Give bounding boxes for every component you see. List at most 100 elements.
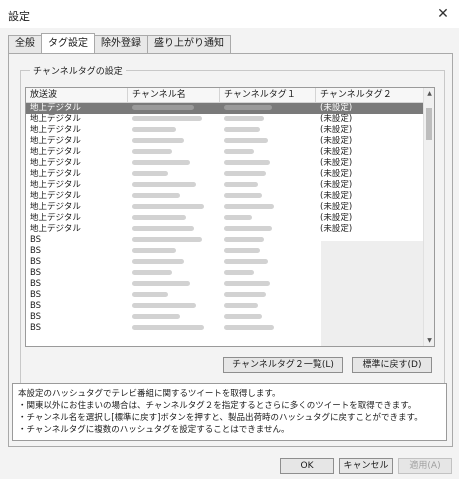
redaction-blur: [132, 325, 204, 330]
row-channel-name-redacted: [128, 323, 220, 334]
scroll-up-icon[interactable]: ▲: [424, 88, 434, 99]
row-tag2: [316, 279, 424, 290]
row-tag1-redacted: [220, 213, 316, 224]
channel-list[interactable]: 放送波 チャンネル名 チャンネルタグ１ チャンネルタグ２ 地上デジタル (未設定)…: [25, 87, 435, 347]
redaction-blur: [132, 248, 176, 253]
row-broadcast-wave: 地上デジタル: [30, 180, 81, 190]
row-broadcast-wave: 地上デジタル: [30, 114, 81, 124]
row-tag1-redacted: [220, 312, 316, 323]
redaction-blur: [132, 303, 196, 308]
list-item[interactable]: 地上デジタル (未設定): [26, 224, 424, 235]
list-item[interactable]: 地上デジタル (未設定): [26, 125, 424, 136]
list-item[interactable]: 地上デジタル (未設定): [26, 114, 424, 125]
row-tag1-redacted: [220, 136, 316, 147]
redaction-blur: [224, 127, 260, 132]
row-broadcast-wave: 地上デジタル: [30, 191, 81, 201]
redaction-blur: [132, 171, 168, 176]
row-broadcast-wave: BS: [30, 246, 42, 256]
list-item[interactable]: BS: [26, 290, 424, 301]
list-item[interactable]: 地上デジタル (未設定): [26, 136, 424, 147]
ok-button[interactable]: OK: [280, 458, 334, 474]
redaction-blur: [224, 259, 268, 264]
redaction-blur: [132, 160, 190, 165]
row-tag2: [316, 323, 424, 334]
row-tag2: (未設定): [320, 180, 353, 190]
list-item[interactable]: BS: [26, 268, 424, 279]
list-item[interactable]: 地上デジタル (未設定): [26, 202, 424, 213]
redaction-blur: [132, 226, 194, 231]
row-broadcast-wave: 地上デジタル: [30, 202, 81, 212]
column-header-wave[interactable]: 放送波: [26, 88, 128, 103]
list-item[interactable]: 地上デジタル (未設定): [26, 147, 424, 158]
redaction-blur: [224, 215, 252, 220]
tab-general[interactable]: 全般: [8, 35, 42, 53]
redaction-blur: [224, 237, 264, 242]
window-title: 設定: [8, 10, 30, 23]
redaction-blur: [132, 259, 184, 264]
redaction-blur: [132, 105, 194, 110]
row-tag2: (未設定): [320, 103, 353, 113]
list-item[interactable]: 地上デジタル (未設定): [26, 213, 424, 224]
list-item[interactable]: BS: [26, 323, 424, 334]
row-tag1-redacted: [220, 235, 316, 246]
list-item[interactable]: BS: [26, 257, 424, 268]
row-channel-name-redacted: [128, 202, 220, 213]
column-header-tag2[interactable]: チャンネルタグ２: [316, 88, 424, 103]
row-channel-name-redacted: [128, 158, 220, 169]
redaction-blur: [132, 281, 190, 286]
row-channel-name-redacted: [128, 147, 220, 158]
tab-excitement-notice[interactable]: 盛り上がり通知: [147, 35, 231, 53]
redaction-blur: [132, 204, 204, 209]
row-channel-name-redacted: [128, 268, 220, 279]
row-tag1-redacted: [220, 103, 316, 114]
row-channel-name-redacted: [128, 290, 220, 301]
row-broadcast-wave: 地上デジタル: [30, 158, 81, 168]
redaction-blur: [224, 226, 272, 231]
redaction-blur: [132, 292, 168, 297]
row-tag1-redacted: [220, 268, 316, 279]
scroll-thumb[interactable]: [426, 108, 432, 140]
row-tag2: (未設定): [320, 169, 353, 179]
cancel-button[interactable]: キャンセル: [339, 458, 393, 474]
list-item[interactable]: BS: [26, 301, 424, 312]
row-tag2: [316, 235, 424, 246]
info-box: 本設定のハッシュタグでテレビ番組に関するツイートを取得します。 ・関東以外にお住…: [12, 383, 447, 441]
list-item[interactable]: BS: [26, 235, 424, 246]
list-item[interactable]: BS: [26, 246, 424, 257]
row-channel-name-redacted: [128, 224, 220, 235]
list-item[interactable]: BS: [26, 312, 424, 323]
redaction-blur: [224, 248, 260, 253]
row-channel-name-redacted: [128, 279, 220, 290]
column-header-tag1[interactable]: チャンネルタグ１: [220, 88, 316, 103]
tab-exclusion[interactable]: 除外登録: [94, 35, 148, 53]
row-channel-name-redacted: [128, 169, 220, 180]
info-line: 本設定のハッシュタグでテレビ番組に関するツイートを取得します。: [18, 389, 281, 399]
row-channel-name-redacted: [128, 125, 220, 136]
apply-button[interactable]: 適用(A): [398, 458, 452, 474]
vertical-scrollbar[interactable]: ▲ ▼: [423, 88, 434, 346]
column-header-channel-name[interactable]: チャンネル名: [128, 88, 220, 103]
list-item[interactable]: 地上デジタル (未設定): [26, 103, 424, 114]
list-item[interactable]: 地上デジタル (未設定): [26, 180, 424, 191]
close-icon[interactable]: ✕: [433, 4, 453, 24]
row-tag1-redacted: [220, 147, 316, 158]
list-item[interactable]: 地上デジタル (未設定): [26, 191, 424, 202]
channel-tag2-list-button[interactable]: チャンネルタグ２一覧(L): [223, 357, 343, 373]
row-tag1-redacted: [220, 202, 316, 213]
row-tag1-redacted: [220, 279, 316, 290]
row-tag2: [316, 246, 424, 257]
tab-tag-settings[interactable]: タグ設定: [41, 33, 95, 53]
list-item[interactable]: 地上デジタル (未設定): [26, 169, 424, 180]
row-tag2: (未設定): [320, 202, 353, 212]
row-tag1-redacted: [220, 257, 316, 268]
scroll-down-icon[interactable]: ▼: [424, 335, 434, 346]
row-tag2: (未設定): [320, 114, 353, 124]
redaction-blur: [224, 292, 266, 297]
list-item[interactable]: 地上デジタル (未設定): [26, 158, 424, 169]
redaction-blur: [132, 182, 196, 187]
info-line: ・関東以外にお住まいの場合は、チャンネルタグ２を指定するとさらに多くのツイートを…: [18, 401, 417, 411]
redaction-blur: [224, 105, 272, 110]
reset-default-button[interactable]: 標準に戻す(D): [352, 357, 432, 373]
redaction-blur: [132, 116, 202, 121]
list-item[interactable]: BS: [26, 279, 424, 290]
